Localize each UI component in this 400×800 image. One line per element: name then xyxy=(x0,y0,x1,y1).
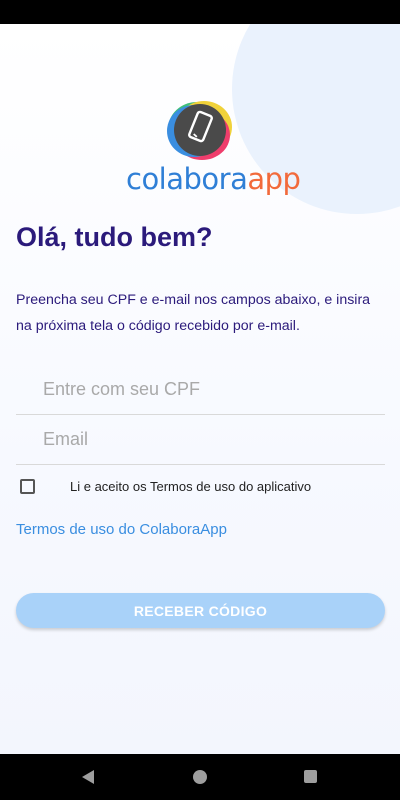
smartphone-icon xyxy=(167,101,232,160)
cpf-field xyxy=(16,365,385,415)
logo-text-app: app xyxy=(247,162,301,196)
terms-checkbox[interactable] xyxy=(20,479,35,494)
login-screen: colaboraapp Olá, tudo bem? Preencha seu … xyxy=(0,24,400,754)
recents-square-icon[interactable] xyxy=(304,770,317,783)
page-title: Olá, tudo bem? xyxy=(16,222,213,252)
system-navigation-bar xyxy=(0,754,400,800)
terms-acceptance-row: Li e aceito os Termos de uso do aplicati… xyxy=(20,478,380,496)
terms-of-use-link[interactable]: Termos de uso do ColaboraApp xyxy=(16,521,227,538)
instructions-text: Preencha seu CPF e e-mail nos campos aba… xyxy=(16,292,371,334)
cpf-input[interactable] xyxy=(16,365,385,414)
email-field xyxy=(16,415,385,465)
app-logo: colaboraapp xyxy=(126,100,301,200)
status-bar xyxy=(0,0,400,24)
back-triangle-icon[interactable] xyxy=(80,769,96,785)
receive-code-button[interactable]: RECEBER CÓDIGO xyxy=(16,593,385,628)
app-logo-text: colaboraapp xyxy=(126,162,301,196)
email-input[interactable] xyxy=(16,415,385,464)
home-circle-icon[interactable] xyxy=(193,770,207,784)
terms-checkbox-label: Li e aceito os Termos de uso do aplicati… xyxy=(70,479,312,494)
logo-text-colabora: colabora xyxy=(126,162,248,196)
